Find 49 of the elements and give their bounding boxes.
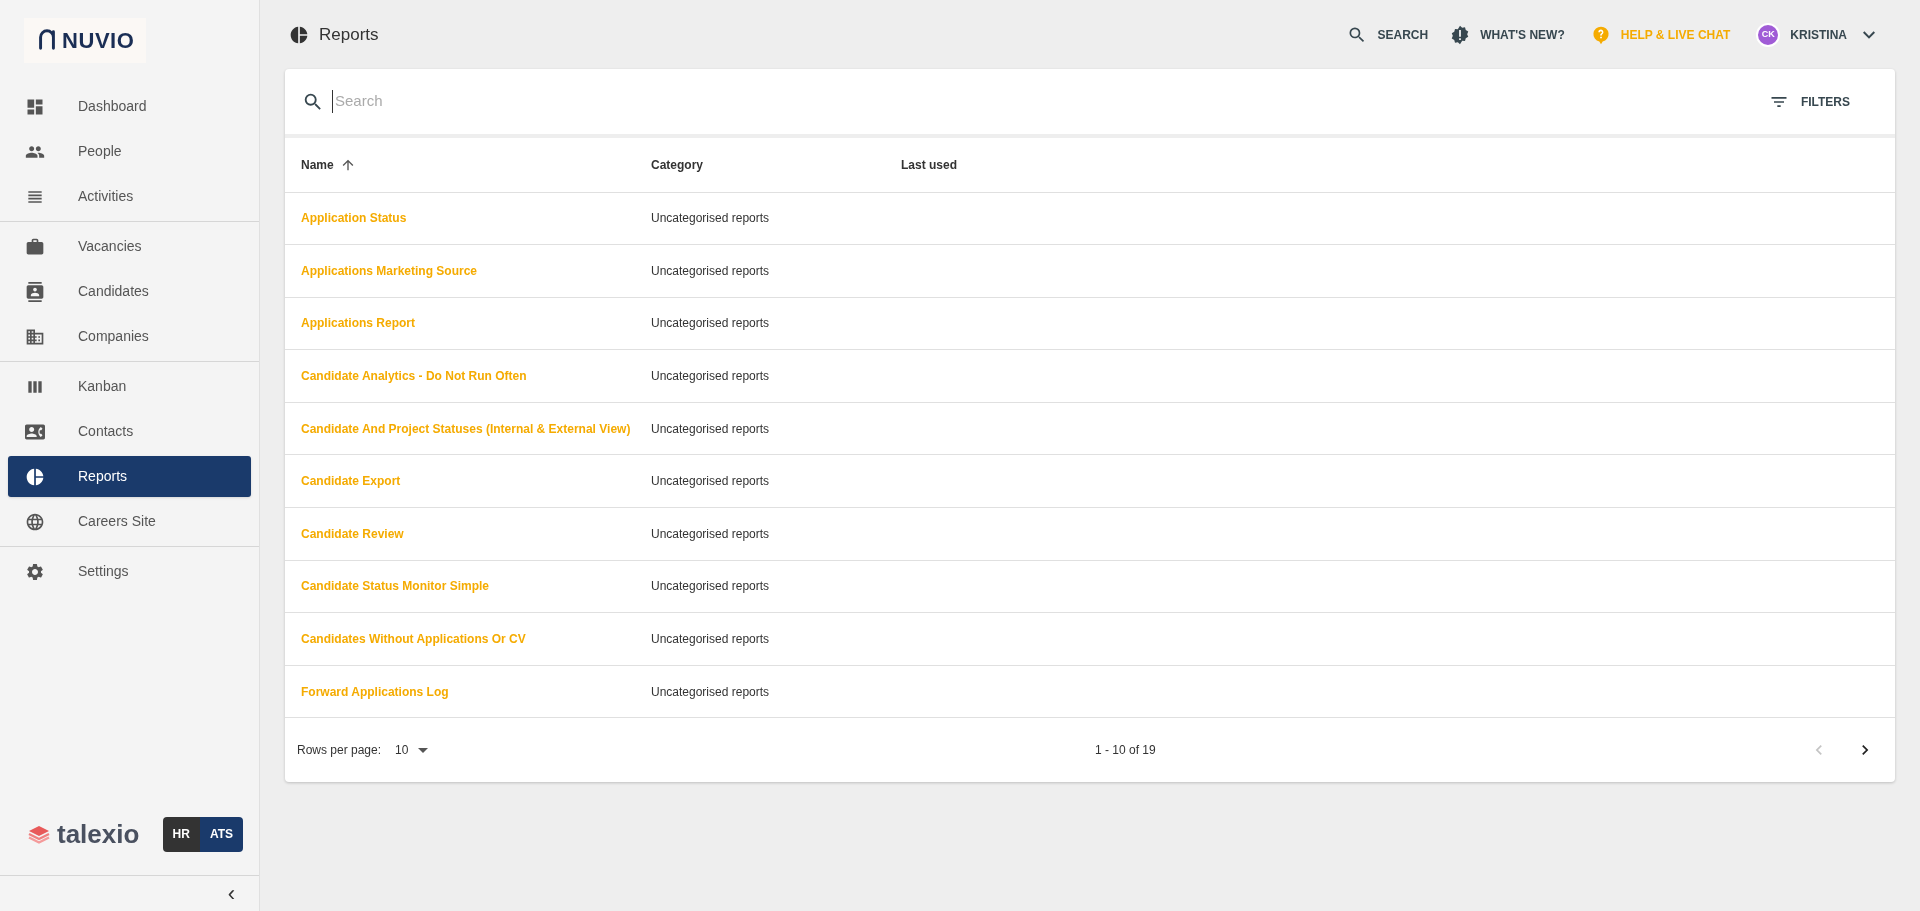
pie-chart-icon [289, 24, 309, 45]
dropdown-caret-icon [418, 747, 429, 753]
table-cell: Uncategorised reports [635, 192, 885, 245]
table-cell: Uncategorised reports [635, 297, 885, 350]
rows-per-page-select[interactable]: 10 [395, 741, 429, 760]
talexio-logo: talexio [27, 821, 140, 847]
rows-per-page-label: Rows per page: [297, 742, 382, 760]
chevron-down-icon [1863, 30, 1875, 39]
nav-item[interactable]: Reports [8, 456, 251, 497]
table-cell: Uncategorised reports [635, 454, 885, 508]
page-title: Reports [319, 23, 379, 46]
table-cell: Uncategorised reports [635, 612, 885, 666]
table-cell: Uncategorised reports [635, 507, 885, 561]
search-button[interactable]: SEARCH [1347, 24, 1429, 45]
nav-item[interactable]: Careers Site [8, 501, 251, 542]
briefcase-icon [25, 236, 45, 257]
whats-new-button[interactable]: WHAT'S NEW? [1450, 24, 1565, 45]
column-header[interactable]: Category [635, 138, 885, 192]
pie-chart-icon [25, 466, 45, 487]
table-cell: Uncategorised reports [635, 349, 885, 403]
table-cell: Uncategorised reports [635, 402, 885, 455]
user-avatar: CK [1756, 22, 1781, 47]
user-menu-button[interactable]: CK KRISTINA [1756, 22, 1875, 47]
filters-button[interactable]: FILTERS [1768, 91, 1850, 112]
search-field[interactable]: Search [332, 90, 1769, 113]
nav-item[interactable]: Candidates [8, 271, 251, 312]
nav-item[interactable]: Kanban [8, 366, 251, 407]
nav-item[interactable]: Settings [8, 551, 251, 592]
module-toggle[interactable]: ATS [199, 816, 243, 852]
table-cell: Uncategorised reports [635, 244, 885, 298]
page-range: 1 - 10 of 19 [1095, 742, 1156, 760]
nav-item[interactable]: Contacts [8, 411, 251, 452]
module-toggle[interactable]: HR [162, 816, 200, 852]
nav-item[interactable]: Vacancies [8, 226, 251, 267]
alert-badge-icon [1450, 24, 1471, 45]
nav-item[interactable]: People [8, 131, 251, 172]
contact-card-icon [25, 281, 45, 302]
column-header[interactable]: Name [285, 138, 635, 192]
collapse-button[interactable]: ‹ [227, 882, 235, 905]
nuvio-logo: NUVIO [24, 17, 147, 63]
table-cell: Uncategorised reports [635, 665, 885, 718]
nav-item[interactable]: Dashboard [8, 86, 251, 127]
table-cell: Uncategorised reports [635, 560, 885, 613]
column-header[interactable]: Last used [885, 138, 1895, 192]
nav-item[interactable]: Companies [8, 316, 251, 357]
settings-icon [25, 561, 45, 582]
nav-item[interactable]: Activities [8, 176, 251, 217]
globe-icon [25, 511, 45, 532]
help-bubble-icon [1590, 24, 1611, 45]
